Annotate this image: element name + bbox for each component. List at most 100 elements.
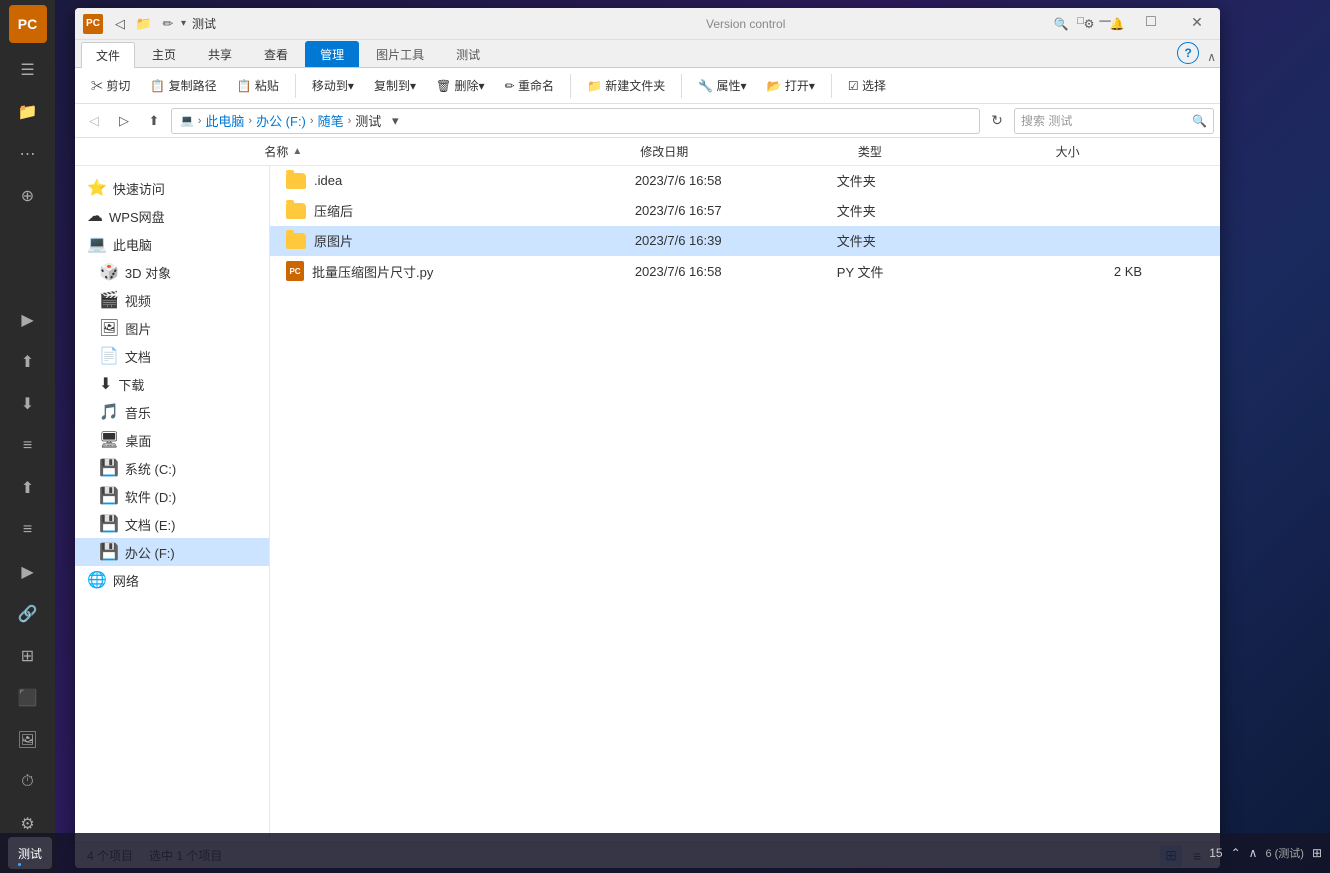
ide-stack-icon[interactable]: ⊞ [9, 637, 47, 675]
path-folder[interactable]: 随笔 [318, 111, 344, 130]
nav-item-quick-access[interactable]: ⭐ 快速访问 [75, 174, 269, 202]
toolbar-rename[interactable]: ✏ 重命名 [497, 74, 562, 97]
ide-layers2-icon[interactable]: ≡ [9, 511, 47, 549]
restore-button[interactable]: □ [1128, 8, 1174, 36]
toolbar-move[interactable]: 移动到▾ [304, 74, 362, 97]
qa-dropdown[interactable]: ▾ [181, 18, 186, 29]
toolbar-cut[interactable]: ✂ 剪切 [83, 74, 138, 97]
file-item-originals[interactable]: 原图片 2023/7/6 16:39 文件夹 [270, 226, 1220, 256]
tab-test[interactable]: 测试 [441, 41, 495, 67]
help-button[interactable]: ? [1177, 42, 1199, 64]
ide-logo-icon: PC [9, 5, 47, 43]
col-header-type[interactable]: 类型 [858, 143, 1056, 160]
toolbar-paste[interactable]: 📋 粘贴 [229, 74, 287, 97]
ide-add-icon[interactable]: ⊕ [9, 177, 47, 215]
taskbar-active-dot [18, 863, 21, 866]
nav-item-this-pc[interactable]: 💻 此电脑 [75, 230, 269, 258]
col-header-name[interactable]: 名称 ▲ [264, 143, 640, 160]
ide-link-icon[interactable]: 🔗 [9, 595, 47, 633]
path-computer[interactable]: 此电脑 [205, 111, 244, 130]
ide-list-icon[interactable]: ≡ [9, 427, 47, 465]
qa-btn-rename[interactable]: ✏ [157, 13, 179, 35]
search-toolbar-icon[interactable]: 🔍 [1048, 11, 1074, 37]
file-name-originals: 原图片 [286, 231, 635, 250]
file-item-python[interactable]: PC 批量压缩图片尺寸.py 2023/7/6 16:58 PY 文件 2 KB [270, 256, 1220, 287]
nav-item-documents[interactable]: 📄 文档 [75, 342, 269, 370]
ide-folder-icon[interactable]: 📁 [9, 93, 47, 131]
nav-forward-button[interactable]: ▷ [111, 108, 137, 134]
ide-menu-icon[interactable]: ☰ [9, 51, 47, 89]
nav-up-button[interactable]: ⬆ [141, 108, 167, 134]
tab-manage[interactable]: 管理 [305, 41, 359, 67]
explorer-window: PC ◁ 📁 ✏ ▾ 测试 Version control ─ □ 🔍 ⚙ 🔔 … [75, 8, 1220, 868]
taskbar: 测试 15 ⌃ ∧ 6 (测试) ⊞ [0, 833, 1330, 873]
ide-up-icon[interactable]: ⬆ [9, 343, 47, 381]
search-icon[interactable]: 🔍 [1192, 114, 1207, 128]
taskbar-time: 15 [1209, 846, 1222, 860]
nav-item-wps-cloud[interactable]: ☁ WPS网盘 [75, 202, 269, 230]
window-title: 测试 [192, 15, 698, 32]
tab-photo-tools[interactable]: 图片工具 [361, 41, 439, 67]
nav-item-system-c[interactable]: 💾 系统 (C:) [75, 454, 269, 482]
toolbar-select-all[interactable]: ☑ 选择 [840, 74, 894, 97]
this-pc-icon: 💻 [87, 234, 107, 254]
col-header-size[interactable]: 大小 [1056, 143, 1204, 160]
nav-item-pictures[interactable]: 🖼 图片 [75, 314, 269, 342]
file-item-idea[interactable]: .idea 2023/7/6 16:58 文件夹 [270, 166, 1220, 196]
ide-play-icon[interactable]: ▶ [9, 553, 47, 591]
nav-item-docs-e[interactable]: 💾 文档 (E:) [75, 510, 269, 538]
search-box[interactable]: 搜索 测试 🔍 [1014, 108, 1214, 134]
ide-more-icon[interactable]: ⋯ [9, 135, 47, 173]
min-button[interactable]: ─ [1082, 8, 1128, 36]
toolbar-open[interactable]: 📂 打开▾ [759, 74, 823, 97]
file-date-idea: 2023/7/6 16:58 [635, 173, 837, 188]
path-sep-4: › [348, 115, 352, 127]
nav-item-videos[interactable]: 🎬 视频 [75, 286, 269, 314]
taskbar-chevron-up[interactable]: ⌃ [1231, 846, 1241, 860]
toolbar-new-folder[interactable]: 📁 新建文件夹 [579, 74, 673, 97]
ide-run-icon[interactable]: ▶ [9, 301, 47, 339]
taskbar-item-test[interactable]: 测试 [8, 837, 52, 869]
address-chevron[interactable]: ▾ [385, 113, 405, 129]
nav-item-music[interactable]: 🎵 音乐 [75, 398, 269, 426]
close-button[interactable]: ✕ [1174, 8, 1220, 36]
toolbar-delete[interactable]: 🗑 删除▾ [428, 74, 493, 97]
ide-box-icon[interactable]: ⬛ [9, 679, 47, 717]
nav-item-downloads[interactable]: ⬇ 下载 [75, 370, 269, 398]
title-bar-icon: PC [83, 14, 103, 34]
office-f-icon: 💾 [99, 542, 119, 562]
qa-btn-back[interactable]: ◁ [109, 13, 131, 35]
nav-item-desktop[interactable]: 🖥 桌面 [75, 426, 269, 454]
qa-btn-folder[interactable]: 📁 [133, 13, 155, 35]
py-file-icon: PC [286, 261, 304, 281]
path-drive[interactable]: 办公 (F:) [256, 111, 306, 130]
ide-time-icon[interactable]: ⏱ [9, 763, 47, 801]
toolbar-copy-path[interactable]: 📋 复制路径 [142, 74, 224, 97]
nav-item-network[interactable]: 🌐 网络 [75, 566, 269, 594]
file-type-originals: 文件夹 [837, 231, 1021, 250]
pictures-icon: 🖼 [99, 318, 119, 338]
file-item-compressed[interactable]: 压缩后 2023/7/6 16:57 文件夹 [270, 196, 1220, 226]
nav-item-software-d[interactable]: 💾 软件 (D:) [75, 482, 269, 510]
taskbar-expand-icon[interactable]: ⊞ [1312, 846, 1322, 860]
nav-item-3d-objects[interactable]: 🎲 3D 对象 [75, 258, 269, 286]
tab-view[interactable]: 查看 [249, 41, 303, 67]
tab-home[interactable]: 主页 [137, 41, 191, 67]
tab-share[interactable]: 共享 [193, 41, 247, 67]
nav-item-office-f[interactable]: 💾 办公 (F:) [75, 538, 269, 566]
taskbar-right: 15 ⌃ ∧ 6 (测试) ⊞ [1209, 845, 1322, 861]
ide-down-icon[interactable]: ⬇ [9, 385, 47, 423]
refresh-button[interactable]: ↻ [984, 108, 1010, 134]
toolbar-copy[interactable]: 复制到▾ [366, 74, 424, 97]
nav-back-button[interactable]: ◁ [81, 108, 107, 134]
tab-file[interactable]: 文件 [81, 42, 135, 68]
ide-layers-icon[interactable]: ⬆ [9, 469, 47, 507]
ide-sidebar-top: PC ☰ 📁 ⋯ ⊕ [0, 5, 55, 219]
ide-image-icon[interactable]: 🖼 [9, 721, 47, 759]
taskbar-right-label: 6 (测试) [1265, 845, 1304, 861]
taskbar-chevron-up2[interactable]: ∧ [1249, 846, 1258, 860]
toolbar-properties[interactable]: 🔧 属性▾ [690, 74, 754, 97]
col-header-date[interactable]: 修改日期 [640, 143, 858, 160]
ribbon-collapse-chevron[interactable]: ∧ [1207, 50, 1216, 64]
address-path[interactable]: 💻 › 此电脑 › 办公 (F:) › 随笔 › 测试 ▾ [171, 108, 980, 134]
